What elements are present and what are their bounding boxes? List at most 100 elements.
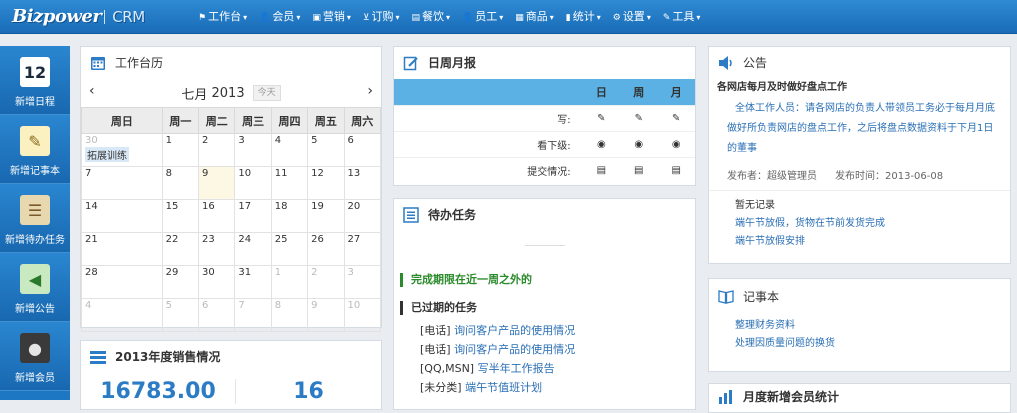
nav-item-9[interactable]: ✎ 工具 ▾ bbox=[657, 0, 707, 34]
calendar-day[interactable]: 27 bbox=[343, 232, 382, 266]
sidebar-button-3[interactable]: ◀ 新增公告 bbox=[0, 253, 70, 322]
calendar-day[interactable]: 12 bbox=[307, 166, 345, 200]
calendar-day[interactable]: 30 bbox=[198, 265, 236, 299]
notebook-panel: 记事本 整理财务资料 处理因质量问题的换货 bbox=[708, 278, 1011, 372]
day-number: 29 bbox=[165, 267, 179, 278]
nav-item-4[interactable]: ▤ 餐饮 ▾ bbox=[405, 0, 456, 34]
calendar-day[interactable]: 4 bbox=[270, 133, 309, 167]
notice-publisher: 发布者：超级管理员 bbox=[727, 171, 817, 182]
calendar-day[interactable]: 22 bbox=[161, 232, 200, 266]
nav-item-2[interactable]: ▣ 营销 ▾ bbox=[306, 0, 357, 34]
task-link[interactable]: 写半年工作报告 bbox=[478, 362, 555, 375]
next-month-button[interactable]: › bbox=[367, 83, 373, 99]
day-number: 7 bbox=[238, 300, 245, 311]
calendar-day[interactable]: 14 bbox=[81, 199, 163, 233]
nav-item-1[interactable]: 👤 会员 ▾ bbox=[253, 0, 306, 34]
day-number: 3 bbox=[238, 135, 245, 146]
calendar-day[interactable]: 9 bbox=[198, 166, 236, 200]
day-number: 15 bbox=[165, 201, 179, 212]
calendar-day[interactable]: 5 bbox=[307, 133, 345, 167]
note-item[interactable]: 处理因质量问题的换货 bbox=[735, 335, 984, 353]
calendar-title: 工作台历 bbox=[115, 56, 164, 70]
notice-link[interactable]: 端午节放假安排 bbox=[735, 233, 984, 251]
nav-item-0[interactable]: ⚑ 工作台 ▾ bbox=[192, 0, 253, 34]
task-link[interactable]: 询问客户产品的使用情况 bbox=[454, 343, 575, 356]
calendar-day[interactable]: 8 bbox=[270, 298, 309, 332]
calendar-day[interactable]: 31 bbox=[234, 265, 272, 299]
calendar-day[interactable]: 1 bbox=[270, 265, 309, 299]
calendar-day[interactable]: 23 bbox=[198, 232, 236, 266]
weekday-header: 周日 bbox=[81, 107, 163, 134]
calendar-day[interactable]: 16 bbox=[198, 199, 236, 233]
note-item[interactable]: 整理财务资料 bbox=[735, 317, 984, 335]
calendar-day[interactable]: 17 bbox=[234, 199, 272, 233]
nav-item-3[interactable]: ⊻ 订购 ▾ bbox=[357, 0, 406, 34]
calendar-day[interactable]: 8 bbox=[161, 166, 200, 200]
calendar-day[interactable]: 3 bbox=[343, 265, 382, 299]
calendar-day[interactable]: 21 bbox=[81, 232, 163, 266]
pencil-icon[interactable]: ✎ bbox=[597, 113, 605, 124]
calendar-day[interactable]: 2 bbox=[307, 265, 345, 299]
list-icon[interactable]: ▤ bbox=[672, 165, 681, 176]
calendar-day[interactable]: 18 bbox=[270, 199, 309, 233]
calendar-day[interactable]: 9 bbox=[307, 298, 345, 332]
calendar-day[interactable]: 2 bbox=[198, 133, 236, 167]
pencil-icon[interactable]: ✎ bbox=[672, 113, 680, 124]
calendar-day[interactable]: 25 bbox=[270, 232, 309, 266]
calendar-day[interactable]: 15 bbox=[161, 199, 200, 233]
eye-icon[interactable]: ◉ bbox=[597, 139, 606, 150]
nav-item-6[interactable]: ▦ 商品 ▾ bbox=[509, 0, 560, 34]
sidebar-button-4[interactable]: ● 新增会员 bbox=[0, 322, 70, 391]
calendar-day[interactable]: 3 bbox=[234, 133, 272, 167]
notice-headline[interactable]: 各网店每月及时做好盘点工作 bbox=[709, 79, 1010, 97]
calendar-day[interactable]: 24 bbox=[234, 232, 272, 266]
nav-item-7[interactable]: ▮ 统计 ▾ bbox=[560, 0, 607, 34]
sidebar-label: 新增记事本 bbox=[10, 166, 60, 177]
calendar-day[interactable]: 7 bbox=[234, 298, 272, 332]
calendar-day[interactable]: 5 bbox=[161, 298, 200, 332]
report-action-cell: ✎ bbox=[620, 104, 658, 131]
task-link[interactable]: 端午节值班计划 bbox=[465, 381, 542, 394]
calendar-day[interactable]: 20 bbox=[343, 199, 382, 233]
calendar-panel: 工作台历 ‹ 七月 2013 今天 › 周日 周一 周二 周三 周四 周五 周六 30 拓展训练… bbox=[80, 46, 382, 332]
sidebar-button-2[interactable]: ☰ 新增待办任务 bbox=[0, 184, 70, 253]
calendar-day[interactable]: 19 bbox=[307, 199, 345, 233]
calendar-day[interactable]: 28 bbox=[81, 265, 163, 299]
caret-down-icon: ▾ bbox=[499, 13, 504, 22]
calendar-day[interactable]: 7 bbox=[81, 166, 163, 200]
notice-body: 全体工作人员：请各网店的负责人带领员工务必于每月月底做好所负责网店的盘点工作，之… bbox=[727, 103, 995, 154]
list-icon[interactable]: ▤ bbox=[634, 165, 643, 176]
nav-label: 会员 bbox=[272, 10, 295, 23]
calendar-day[interactable]: 6 bbox=[343, 133, 382, 167]
eye-icon[interactable]: ◉ bbox=[672, 139, 681, 150]
report-action-cell: ✎ bbox=[582, 104, 621, 131]
notice-link[interactable]: 端午节放假，货物在节前发货完成 bbox=[735, 215, 984, 233]
sidebar-button-0[interactable]: 12 新增日程 bbox=[0, 46, 70, 115]
briefcase-icon: ▣ bbox=[312, 13, 321, 23]
calendar-day[interactable]: 10 bbox=[343, 298, 382, 332]
calendar-day[interactable]: 11 bbox=[270, 166, 309, 200]
prev-month-button[interactable]: ‹ bbox=[89, 83, 95, 99]
pencil-icon[interactable]: ✎ bbox=[635, 113, 643, 124]
app-logo[interactable]: Bizpower CRM bbox=[12, 6, 145, 27]
calendar-day[interactable]: 1 bbox=[161, 133, 200, 167]
day-number: 31 bbox=[238, 267, 252, 278]
list-icon[interactable]: ▤ bbox=[597, 165, 606, 176]
calendar-day[interactable]: 13 bbox=[343, 166, 382, 200]
task-link[interactable]: 询问客户产品的使用情况 bbox=[454, 324, 575, 337]
calendar-day[interactable]: 29 bbox=[161, 265, 200, 299]
calendar-event[interactable]: 拓展训练 bbox=[85, 147, 129, 162]
sidebar-button-1[interactable]: ✎ 新增记事本 bbox=[0, 115, 70, 184]
calendar-day[interactable]: 30 拓展训练 bbox=[81, 133, 163, 167]
calendar-day[interactable]: 6 bbox=[198, 298, 236, 332]
todo-section-upcoming: 完成期限在近一周之外的 bbox=[400, 273, 695, 287]
calendar-day[interactable]: 10 bbox=[234, 166, 272, 200]
nav-item-8[interactable]: ⚙ 设置 ▾ bbox=[607, 0, 657, 34]
eye-icon[interactable]: ◉ bbox=[634, 139, 643, 150]
nav-item-5[interactable]: 👤 员工 ▾ bbox=[456, 0, 509, 34]
calendar-day[interactable]: 26 bbox=[307, 232, 345, 266]
today-button[interactable]: 今天 bbox=[252, 85, 281, 101]
notice-list: 暂无记录 端午节放假，货物在节前发货完成 端午节放假安排 bbox=[709, 190, 1010, 251]
calendar-header: 工作台历 bbox=[81, 47, 381, 79]
calendar-day[interactable]: 4 bbox=[81, 298, 163, 332]
